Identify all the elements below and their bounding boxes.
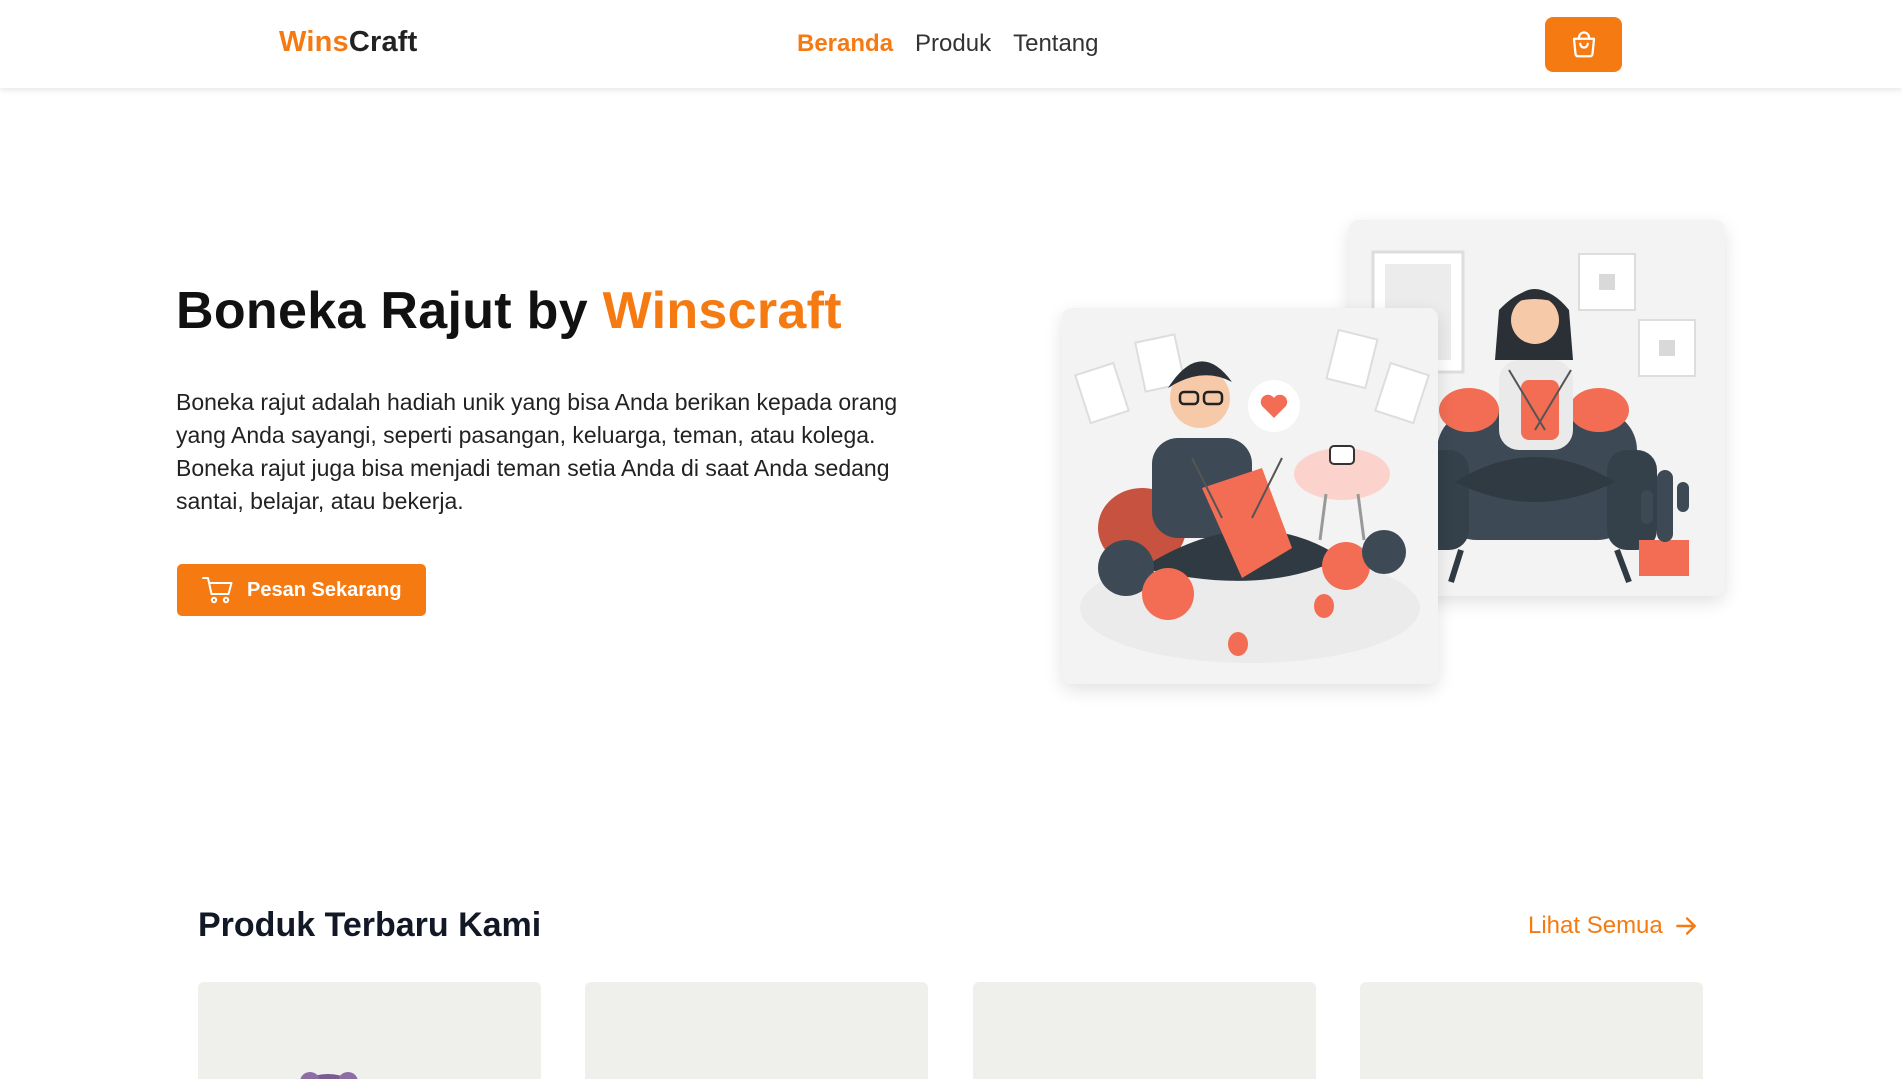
nav-link-beranda[interactable]: Beranda	[797, 30, 893, 58]
man-knitting-image	[1062, 308, 1438, 684]
products-section-title: Produk Terbaru Kami	[198, 906, 542, 944]
cart-icon	[202, 577, 233, 604]
cart-button[interactable]	[1545, 17, 1622, 72]
navbar: WinsCraft Beranda Produk Tentang	[0, 0, 1902, 88]
illustration-man-knitting	[1062, 308, 1438, 684]
product-image	[300, 1072, 358, 1079]
hero-title: Boneka Rajut by Winscraft	[176, 281, 842, 341]
shopping-bag-icon	[1572, 30, 1595, 57]
hero-title-accent: Winscraft	[602, 282, 842, 340]
see-all-link[interactable]: Lihat Semua	[1528, 912, 1699, 940]
see-all-label: Lihat Semua	[1528, 912, 1663, 939]
product-card[interactable]	[198, 982, 541, 1079]
brand-logo[interactable]: WinsCraft	[279, 26, 418, 59]
nav-link-tentang[interactable]: Tentang	[1013, 30, 1098, 58]
nav-links: Beranda Produk Tentang	[797, 30, 1099, 58]
product-card[interactable]	[1360, 982, 1703, 1079]
product-card[interactable]	[973, 982, 1316, 1079]
brand-part-2: Craft	[348, 26, 418, 58]
order-now-label: Pesan Sekarang	[247, 578, 402, 601]
brand-part-1: Wins	[279, 26, 349, 58]
hero-title-main: Boneka Rajut by	[176, 282, 603, 340]
order-now-button[interactable]: Pesan Sekarang	[177, 564, 426, 616]
arrow-right-icon	[1675, 917, 1696, 935]
nav-link-produk[interactable]: Produk	[915, 30, 991, 58]
hero-description: Boneka rajut adalah hadiah unik yang bis…	[176, 389, 898, 514]
product-card[interactable]	[585, 982, 928, 1079]
